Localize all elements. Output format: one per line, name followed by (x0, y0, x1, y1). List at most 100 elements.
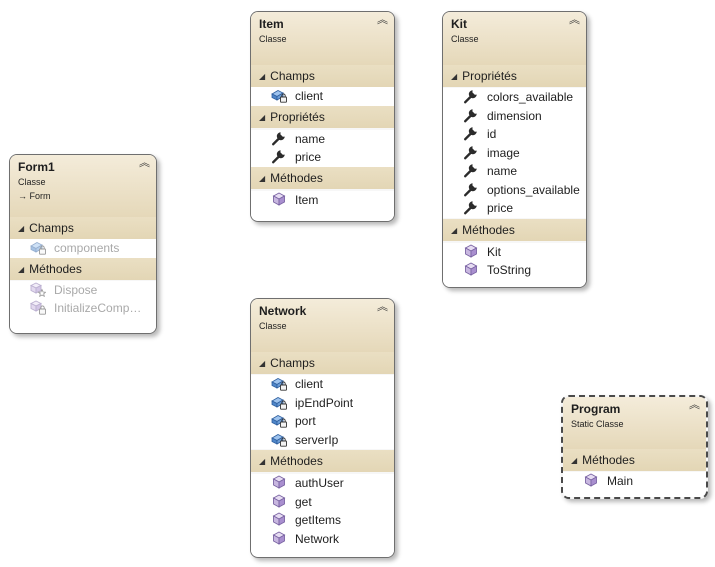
member-name: name (295, 131, 326, 146)
static-method-icon (583, 472, 599, 488)
section-label: Méthodes (582, 453, 635, 467)
member-row[interactable]: Item (251, 191, 394, 210)
member-row[interactable]: port (251, 412, 394, 431)
member-row[interactable]: price (251, 148, 394, 167)
class-header[interactable]: Form1 Classe → Form ︽ (10, 155, 156, 217)
section-label: Champs (29, 221, 74, 235)
member-name: name (487, 164, 518, 178)
section-label: Méthodes (29, 261, 82, 276)
member-name: port (295, 414, 316, 428)
class-network[interactable]: Network Classe ︽ ◢ Champs client ipEndPoi… (250, 298, 395, 558)
private-method-icon (30, 299, 46, 315)
expanded-triangle-icon: ◢ (451, 72, 458, 81)
member-row[interactable]: serverIp (251, 431, 394, 450)
member-name: image (487, 145, 520, 160)
class-item[interactable]: Item Classe ︽ ◢ Champs client ◢ Propriétés… (250, 11, 395, 222)
member-row[interactable]: id (443, 125, 586, 144)
section-methods[interactable]: ◢ Méthodes (563, 449, 706, 471)
section-methods[interactable]: ◢ Méthodes (251, 166, 394, 189)
class-name: Program (571, 402, 621, 416)
class-header[interactable]: Network Classe ︽ (251, 299, 394, 352)
member-name: client (295, 89, 324, 103)
base-class: → Form (18, 190, 148, 202)
member-row[interactable]: price (443, 199, 586, 218)
member-row[interactable]: InitializeComponent (10, 299, 156, 318)
class-stereotype: Static Classe (571, 419, 624, 429)
wrench-property-icon (463, 181, 479, 197)
class-header[interactable]: Kit Classe ︽ (443, 12, 586, 65)
member-row[interactable]: Kit (443, 243, 586, 262)
member-row[interactable]: name (443, 162, 586, 181)
class-form1[interactable]: Form1 Classe → Form ︽ ◢ Champs components… (9, 154, 157, 334)
collapse-chevron-icon[interactable]: ︽ (377, 301, 388, 313)
member-row[interactable]: Dispose (10, 281, 156, 300)
member-name: serverIp (295, 432, 339, 447)
member-row[interactable]: image (443, 144, 586, 163)
member-row[interactable]: Main (563, 472, 706, 491)
member-name: Main (607, 474, 634, 488)
member-row[interactable]: name (251, 130, 394, 149)
fields-list: client (251, 87, 394, 106)
section-methods[interactable]: ◢ Méthodes (443, 218, 586, 241)
class-kit[interactable]: Kit Classe ︽ ◢ Propriétés colors_availabl… (442, 11, 587, 288)
expanded-triangle-icon: ◢ (259, 173, 266, 183)
section-methods[interactable]: ◢ Méthodes (251, 450, 394, 472)
methods-list: authUser get getItems Network (251, 474, 394, 557)
member-row[interactable]: dimension (443, 107, 586, 126)
base-class-name: Form (29, 191, 51, 201)
expanded-triangle-icon: ◢ (451, 225, 458, 235)
collapse-chevron-icon[interactable]: ︽ (377, 14, 388, 26)
member-name: get (295, 494, 312, 509)
class-program[interactable]: Program Static Classe ︽ ◢ Méthodes Main (561, 395, 708, 499)
class-name: Item (259, 17, 284, 31)
expanded-triangle-icon: ◢ (18, 224, 25, 233)
private-field-icon (271, 394, 287, 410)
class-header[interactable]: Item Classe ︽ (251, 12, 394, 65)
section-fields[interactable]: ◢ Champs (251, 65, 394, 87)
wrench-property-icon (463, 107, 479, 123)
member-name: authUser (295, 476, 344, 490)
member-row[interactable]: client (251, 87, 394, 106)
member-row[interactable]: colors_available (443, 88, 586, 107)
collapse-chevron-icon[interactable]: ︽ (689, 399, 700, 411)
member-row[interactable]: ipEndPoint (251, 394, 394, 413)
properties-list: name price (251, 129, 394, 167)
class-stereotype: Classe (18, 177, 46, 187)
member-name: getItems (295, 513, 342, 527)
member-name: options_available (487, 182, 580, 197)
section-label: Propriétés (462, 69, 517, 83)
section-fields[interactable]: ◢ Champs (251, 352, 394, 374)
expanded-triangle-icon: ◢ (259, 359, 266, 368)
expanded-triangle-icon: ◢ (571, 456, 578, 465)
private-field-icon (271, 375, 287, 391)
section-fields[interactable]: ◢ Champs (10, 217, 156, 239)
expanded-triangle-icon: ◢ (259, 112, 266, 122)
member-row[interactable]: components (10, 239, 156, 258)
fields-list: client ipEndPoint port serverIp (251, 375, 394, 449)
expanded-triangle-icon: ◢ (259, 72, 266, 81)
member-name: colors_available (487, 90, 574, 104)
member-row[interactable]: client (251, 375, 394, 394)
private-field-icon (271, 87, 287, 103)
member-name: Item (295, 192, 319, 207)
class-stereotype: Classe (259, 321, 287, 331)
section-properties[interactable]: ◢ Propriétés (251, 105, 394, 128)
member-row[interactable]: options_available (443, 181, 586, 200)
section-methods[interactable]: ◢ Méthodes (10, 257, 156, 280)
class-header[interactable]: Program Static Classe ︽ (563, 397, 706, 449)
collapse-chevron-icon[interactable]: ︽ (139, 157, 150, 169)
member-row[interactable]: Network (251, 530, 394, 549)
private-field-icon (271, 412, 287, 428)
member-row[interactable]: ToString (443, 261, 586, 280)
class-name: Kit (451, 17, 467, 31)
section-properties[interactable]: ◢ Propriétés (443, 65, 586, 87)
wrench-property-icon (463, 125, 479, 141)
section-label: Champs (270, 69, 315, 83)
properties-list: colors_available dimension id image name… (443, 88, 586, 218)
member-row[interactable]: getItems (251, 511, 394, 530)
collapse-chevron-icon[interactable]: ︽ (569, 14, 580, 26)
private-field-icon (30, 239, 46, 255)
member-row[interactable]: authUser (251, 474, 394, 493)
member-row[interactable]: get (251, 493, 394, 512)
method-cube-icon (271, 530, 287, 546)
